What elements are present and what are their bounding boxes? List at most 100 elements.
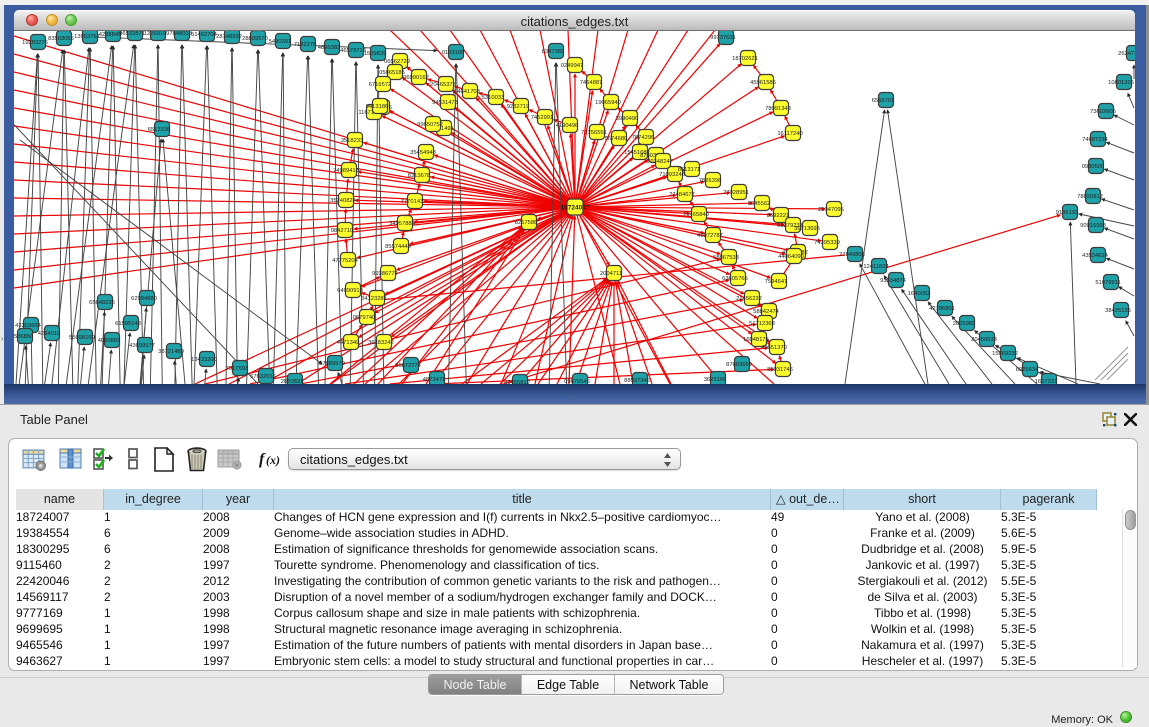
svg-text:18724007: 18724007: [561, 204, 590, 211]
svg-text:94531473: 94531473: [432, 100, 458, 106]
svg-text:(x): (x): [266, 453, 280, 467]
svg-text:6716572: 6716572: [369, 82, 392, 88]
svg-text:78820812: 78820812: [1077, 194, 1103, 200]
svg-text:83503056: 83503056: [48, 36, 74, 42]
svg-text:7464887: 7464887: [580, 80, 603, 86]
svg-text:43699577: 43699577: [129, 343, 155, 349]
svg-text:51462704: 51462704: [191, 32, 218, 38]
svg-text:90916998: 90916998: [1080, 223, 1106, 229]
svg-text:09670546: 09670546: [564, 379, 590, 384]
svg-text:63605766: 63605766: [722, 276, 748, 282]
svg-text:7452991: 7452991: [531, 115, 554, 121]
svg-text:85931746: 85931746: [767, 367, 793, 373]
svg-text:28148932: 28148932: [216, 34, 242, 40]
svg-text:0249947: 0249947: [561, 63, 584, 69]
svg-text:8347382: 8347382: [542, 49, 565, 55]
svg-text:64641708: 64641708: [454, 89, 480, 95]
svg-text:4060883: 4060883: [98, 338, 121, 344]
svg-text:93534874: 93534874: [880, 278, 907, 284]
svg-text:20450533: 20450533: [971, 337, 997, 343]
svg-text:43455812: 43455812: [504, 380, 530, 384]
svg-text:6025634: 6025634: [1016, 367, 1039, 373]
svg-text:71756551: 71756551: [581, 130, 607, 136]
svg-text:74687234: 74687234: [1082, 137, 1109, 143]
svg-text:3518233: 3518233: [341, 138, 364, 144]
svg-text:5310033: 5310033: [482, 95, 505, 101]
svg-text:49972787: 49972787: [697, 233, 723, 239]
svg-text:44064090: 44064090: [778, 254, 804, 260]
svg-text:42786801: 42786801: [929, 306, 955, 312]
svg-text:26247317: 26247317: [1118, 51, 1135, 57]
svg-text:0980500: 0980500: [1082, 164, 1105, 170]
svg-text:73602606: 73602606: [1090, 109, 1116, 115]
svg-text:65648236: 65648236: [89, 300, 115, 306]
svg-text:43534624: 43534624: [1082, 253, 1109, 259]
svg-text:16048175: 16048175: [743, 337, 769, 343]
svg-text:58867533: 58867533: [713, 255, 739, 261]
svg-text:13433200: 13433200: [191, 357, 217, 363]
svg-text:87603669: 87603669: [726, 362, 752, 368]
svg-text:7770143: 7770143: [401, 199, 424, 205]
svg-text:99386774: 99386774: [372, 271, 399, 277]
svg-text:9136193: 9136193: [1056, 210, 1079, 216]
svg-text:20465375: 20465375: [430, 82, 456, 88]
svg-text:74989413: 74989413: [333, 168, 359, 174]
svg-text:21465840: 21465840: [683, 212, 709, 218]
svg-text:47775204: 47775204: [332, 258, 359, 264]
svg-text:10801326: 10801326: [1108, 80, 1134, 86]
svg-text:8313678: 8313678: [408, 173, 431, 179]
svg-text:78091343: 78091343: [765, 106, 791, 112]
svg-text:5045562: 5045562: [748, 201, 771, 207]
svg-text:51712368: 51712368: [749, 321, 775, 327]
svg-text:27889579: 27889579: [319, 361, 345, 367]
svg-text:7874296: 7874296: [632, 135, 655, 141]
svg-text:45961586: 45961586: [750, 80, 776, 86]
svg-text:5430391: 5430391: [269, 39, 292, 45]
svg-text:4190496: 4190496: [556, 123, 579, 129]
svg-text:13953767: 13953767: [74, 34, 100, 40]
svg-text:21456232: 21456232: [736, 296, 762, 302]
svg-text:4471349: 4471349: [337, 340, 360, 346]
svg-text:0103105: 0103105: [442, 50, 465, 56]
svg-text:64990913: 64990913: [337, 288, 363, 294]
svg-text:1640052: 1640052: [908, 291, 931, 297]
svg-text:3990490: 3990490: [616, 116, 639, 122]
svg-text:06990162: 06990162: [403, 75, 429, 81]
svg-text:4896383: 4896383: [318, 45, 341, 51]
svg-text:2004711: 2004711: [600, 271, 622, 277]
svg-text:9232719: 9232719: [507, 104, 530, 110]
svg-text:4238849: 4238849: [99, 32, 122, 38]
svg-text:58842474: 58842474: [753, 309, 780, 315]
svg-text:6513338: 6513338: [148, 127, 171, 133]
svg-text:0679740: 0679740: [353, 315, 376, 321]
svg-text:67632016: 67632016: [250, 374, 276, 380]
svg-text:19065940: 19065940: [595, 100, 621, 106]
svg-text:6566701: 6566701: [872, 98, 895, 104]
svg-text:4294019: 4294019: [38, 331, 61, 337]
svg-text:85574443: 85574443: [385, 244, 411, 250]
svg-text:8267586: 8267586: [515, 220, 538, 226]
svg-text:51079911: 51079911: [1095, 280, 1120, 286]
svg-text:27484677: 27484677: [669, 192, 695, 198]
svg-text:1509839: 1509839: [364, 51, 387, 57]
svg-text:4873471: 4873471: [423, 377, 446, 383]
svg-text:3623166: 3623166: [704, 377, 727, 383]
svg-text:7826398: 7826398: [699, 178, 722, 184]
svg-text:28809570: 28809570: [242, 36, 268, 42]
svg-text:35240824: 35240824: [330, 198, 357, 204]
svg-text:36183242: 36183242: [368, 340, 394, 346]
svg-text:55698169: 55698169: [69, 335, 95, 341]
svg-text:99650752: 99650752: [417, 122, 443, 128]
svg-text:12411824: 12411824: [863, 264, 889, 270]
svg-text:38721489: 38721489: [158, 349, 184, 355]
svg-text:0842710: 0842710: [331, 228, 354, 234]
svg-text:97848018: 97848018: [166, 31, 192, 37]
svg-text:2870831: 2870831: [281, 379, 304, 384]
svg-text:9413186: 9413186: [366, 104, 389, 110]
svg-text:16117240: 16117240: [777, 131, 802, 137]
svg-text:62994680: 62994680: [131, 296, 157, 302]
svg-text:27849808: 27849808: [839, 252, 865, 258]
svg-text:15869232: 15869232: [992, 351, 1018, 357]
svg-text:99737631: 99737631: [710, 35, 736, 41]
svg-text:f: f: [259, 451, 266, 468]
